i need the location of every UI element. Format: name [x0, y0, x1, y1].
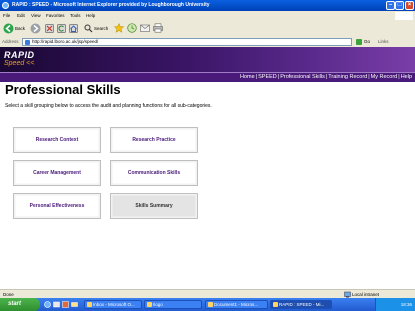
speed-logo: Speed <<	[4, 60, 35, 67]
refresh-icon[interactable]	[57, 24, 66, 33]
taskbar-item-ilogo[interactable]: Ilogo	[144, 300, 202, 309]
menu-help[interactable]: Help	[86, 12, 95, 19]
nav-professional-skills[interactable]: Professional Skills	[280, 74, 325, 80]
skill-communication-skills-button[interactable]: Communication Skills	[110, 160, 198, 186]
maximize-button[interactable]: □	[395, 1, 404, 10]
quicklaunch-desktop-icon[interactable]	[53, 301, 60, 308]
history-icon[interactable]	[127, 23, 137, 33]
address-url: http://rapid.lboro.ac.uk/jsp/speed/	[32, 39, 99, 44]
outlook-icon	[87, 302, 92, 307]
go-label: Go	[364, 39, 371, 44]
taskbar-item-document1[interactable]: Document1 - Micros...	[205, 300, 268, 309]
close-button[interactable]: ×	[405, 1, 414, 10]
back-arrow-icon[interactable]	[3, 23, 14, 34]
nav-my-record[interactable]: My Record	[371, 74, 398, 80]
print-icon[interactable]	[153, 23, 163, 33]
taskbar-item-label: RAPID : SPEED - Mi...	[279, 302, 325, 307]
search-button[interactable]: Search	[94, 23, 108, 34]
windows-taskbar: start Inbox - Microsoft O... Ilogo Docum…	[0, 298, 415, 311]
menu-file[interactable]: File	[3, 12, 10, 19]
window-title: RAPID : SPEED - Microsoft Internet Explo…	[12, 2, 210, 8]
go-arrow-icon	[356, 38, 362, 45]
menu-edit[interactable]: Edit	[17, 12, 25, 19]
taskbar-item-inbox[interactable]: Inbox - Microsoft O...	[84, 300, 142, 309]
skill-research-context-button[interactable]: Research Context	[13, 127, 101, 153]
page-icon	[25, 40, 30, 45]
menu-tools[interactable]: Tools	[70, 12, 81, 19]
address-label: Address	[2, 39, 19, 44]
forward-arrow-icon[interactable]	[30, 23, 41, 34]
search-icon[interactable]	[84, 24, 93, 33]
intro-text: Select a skill grouping below to access …	[5, 103, 212, 109]
site-nav-bar: Home|SPEED|Professional Skills|Training …	[0, 72, 415, 82]
taskbar-item-label: Inbox - Microsoft O...	[93, 302, 135, 307]
system-tray: 18:36	[375, 298, 415, 311]
mail-icon[interactable]	[140, 23, 150, 33]
nav-help[interactable]: Help	[401, 74, 412, 80]
menu-view[interactable]: View	[31, 12, 41, 19]
security-zone: Local intranet	[352, 292, 380, 297]
word-icon	[208, 302, 213, 307]
nav-training-record[interactable]: Training Record	[328, 74, 367, 80]
page-title: Professional Skills	[5, 82, 121, 97]
menu-favorites[interactable]: Favorites	[46, 12, 65, 19]
skill-career-management-button[interactable]: Career Management	[13, 160, 101, 186]
favorites-star-icon[interactable]	[114, 23, 124, 33]
quicklaunch-mail-icon[interactable]	[71, 301, 78, 308]
skill-skills-summary-button[interactable]: Skills Summary	[110, 193, 198, 219]
taskbar-item-rapid-speed[interactable]: RAPID : SPEED - Mi...	[270, 300, 332, 309]
clock[interactable]: 18:36	[401, 302, 412, 307]
quicklaunch-ie-icon[interactable]	[44, 301, 51, 308]
minimize-button[interactable]: –	[386, 1, 395, 10]
folder-icon	[147, 302, 152, 307]
nav-home[interactable]: Home	[240, 74, 255, 80]
links-button[interactable]: Links	[378, 38, 389, 46]
quicklaunch-media-icon[interactable]	[62, 301, 69, 308]
rapid-logo: RAPID	[4, 50, 35, 60]
intranet-zone-icon	[344, 291, 351, 298]
go-button[interactable]: Go	[356, 38, 370, 46]
ie-icon	[2, 2, 9, 9]
site-nav: Home|SPEED|Professional Skills|Training …	[240, 73, 412, 82]
taskbar-item-label: Document1 - Micros...	[214, 302, 259, 307]
skill-research-practice-button[interactable]: Research Practice	[110, 127, 198, 153]
ie-icon	[273, 302, 278, 307]
stop-icon[interactable]	[45, 24, 54, 33]
skill-personal-effectiveness-button[interactable]: Personal Effectiveness	[13, 193, 101, 219]
browser-toolbar: Back Search	[0, 20, 415, 38]
home-icon[interactable]	[69, 24, 78, 33]
window-title-bar: RAPID : SPEED - Microsoft Internet Explo…	[0, 0, 415, 11]
status-text: Done	[3, 292, 14, 297]
address-input[interactable]: http://rapid.lboro.ac.uk/jsp/speed/	[22, 38, 352, 46]
site-header: RAPID Speed <<	[0, 47, 415, 72]
back-button[interactable]: Back	[15, 23, 25, 34]
start-button[interactable]: start	[0, 298, 40, 311]
nav-speed[interactable]: SPEED	[258, 74, 277, 80]
taskbar-item-label: Ilogo	[153, 302, 163, 307]
